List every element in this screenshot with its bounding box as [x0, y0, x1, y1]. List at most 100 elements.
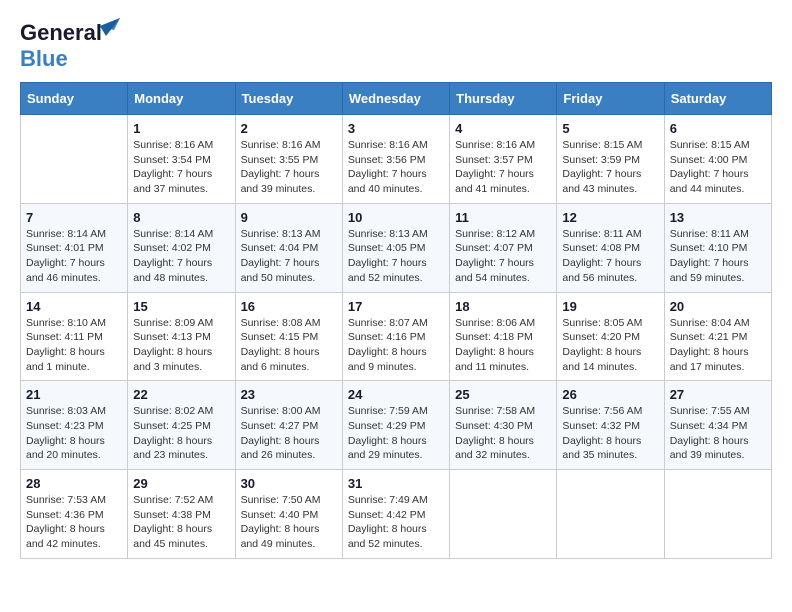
day-info: Sunrise: 8:02 AMSunset: 4:25 PMDaylight:… [133, 404, 229, 463]
day-info: Sunrise: 7:59 AMSunset: 4:29 PMDaylight:… [348, 404, 444, 463]
day-info: Sunrise: 7:49 AMSunset: 4:42 PMDaylight:… [348, 493, 444, 552]
day-number: 10 [348, 210, 444, 225]
calendar-cell: 30 Sunrise: 7:50 AMSunset: 4:40 PMDayligh… [235, 470, 342, 559]
day-header-saturday: Saturday [664, 83, 771, 115]
calendar-cell: 4 Sunrise: 8:16 AMSunset: 3:57 PMDaylight… [450, 115, 557, 204]
day-info: Sunrise: 8:05 AMSunset: 4:20 PMDaylight:… [562, 316, 658, 375]
calendar-cell: 12 Sunrise: 8:11 AMSunset: 4:08 PMDayligh… [557, 203, 664, 292]
calendar-cell: 18Sunrise: 8:06 AMSunset: 4:18 PMDayligh… [450, 292, 557, 381]
days-header-row: SundayMondayTuesdayWednesdayThursdayFrid… [21, 83, 772, 115]
calendar-cell: 3 Sunrise: 8:16 AMSunset: 3:56 PMDaylight… [342, 115, 449, 204]
day-number: 4 [455, 121, 551, 136]
calendar-cell: 19 Sunrise: 8:05 AMSunset: 4:20 PMDayligh… [557, 292, 664, 381]
day-info: Sunrise: 8:16 AMSunset: 3:56 PMDaylight:… [348, 138, 444, 197]
calendar-cell: 26Sunrise: 7:56 AMSunset: 4:32 PMDayligh… [557, 381, 664, 470]
day-number: 6 [670, 121, 766, 136]
page-header: General Blue [20, 20, 772, 72]
calendar-cell: 11Sunrise: 8:12 AMSunset: 4:07 PMDayligh… [450, 203, 557, 292]
day-header-sunday: Sunday [21, 83, 128, 115]
calendar-cell [557, 470, 664, 559]
day-header-monday: Monday [128, 83, 235, 115]
calendar-cell [21, 115, 128, 204]
logo-general: General [20, 20, 102, 45]
calendar-cell: 13Sunrise: 8:11 AMSunset: 4:10 PMDayligh… [664, 203, 771, 292]
day-number: 30 [241, 476, 337, 491]
calendar-cell: 24 Sunrise: 7:59 AMSunset: 4:29 PMDayligh… [342, 381, 449, 470]
day-number: 1 [133, 121, 229, 136]
day-info: Sunrise: 7:50 AMSunset: 4:40 PMDaylight:… [241, 493, 337, 552]
day-number: 15 [133, 299, 229, 314]
day-header-tuesday: Tuesday [235, 83, 342, 115]
day-info: Sunrise: 8:15 AMSunset: 4:00 PMDaylight:… [670, 138, 766, 197]
calendar-table: SundayMondayTuesdayWednesdayThursdayFrid… [20, 82, 772, 559]
day-number: 24 [348, 387, 444, 402]
logo-blue: Blue [20, 46, 68, 71]
day-number: 23 [241, 387, 337, 402]
calendar-cell: 2 Sunrise: 8:16 AMSunset: 3:55 PMDaylight… [235, 115, 342, 204]
calendar-cell: 7 Sunrise: 8:14 AMSunset: 4:01 PMDaylight… [21, 203, 128, 292]
calendar-cell: 9 Sunrise: 8:13 AMSunset: 4:04 PMDaylight… [235, 203, 342, 292]
calendar-cell: 10 Sunrise: 8:13 AMSunset: 4:05 PMDayligh… [342, 203, 449, 292]
day-number: 21 [26, 387, 122, 402]
day-number: 31 [348, 476, 444, 491]
calendar-cell: 16Sunrise: 8:08 AMSunset: 4:15 PMDayligh… [235, 292, 342, 381]
calendar-cell: 5Sunrise: 8:15 AMSunset: 3:59 PMDaylight… [557, 115, 664, 204]
calendar-cell: 31 Sunrise: 7:49 AMSunset: 4:42 PMDayligh… [342, 470, 449, 559]
day-info: Sunrise: 8:09 AMSunset: 4:13 PMDaylight:… [133, 316, 229, 375]
calendar-cell: 6 Sunrise: 8:15 AMSunset: 4:00 PMDaylight… [664, 115, 771, 204]
day-info: Sunrise: 8:00 AMSunset: 4:27 PMDaylight:… [241, 404, 337, 463]
calendar-cell: 14 Sunrise: 8:10 AMSunset: 4:11 PMDayligh… [21, 292, 128, 381]
calendar-cell: 1 Sunrise: 8:16 AMSunset: 3:54 PMDaylight… [128, 115, 235, 204]
day-number: 11 [455, 210, 551, 225]
day-header-friday: Friday [557, 83, 664, 115]
calendar-cell: 28Sunrise: 7:53 AMSunset: 4:36 PMDayligh… [21, 470, 128, 559]
week-row-5: 28Sunrise: 7:53 AMSunset: 4:36 PMDayligh… [21, 470, 772, 559]
day-number: 12 [562, 210, 658, 225]
day-info: Sunrise: 7:55 AMSunset: 4:34 PMDaylight:… [670, 404, 766, 463]
day-number: 29 [133, 476, 229, 491]
calendar-cell: 22 Sunrise: 8:02 AMSunset: 4:25 PMDayligh… [128, 381, 235, 470]
day-info: Sunrise: 8:14 AMSunset: 4:01 PMDaylight:… [26, 227, 122, 286]
logo: General Blue [20, 20, 102, 72]
day-info: Sunrise: 8:07 AMSunset: 4:16 PMDaylight:… [348, 316, 444, 375]
day-info: Sunrise: 8:10 AMSunset: 4:11 PMDaylight:… [26, 316, 122, 375]
day-info: Sunrise: 7:52 AMSunset: 4:38 PMDaylight:… [133, 493, 229, 552]
calendar-cell: 23 Sunrise: 8:00 AMSunset: 4:27 PMDayligh… [235, 381, 342, 470]
day-number: 18 [455, 299, 551, 314]
day-info: Sunrise: 8:13 AMSunset: 4:05 PMDaylight:… [348, 227, 444, 286]
day-info: Sunrise: 8:04 AMSunset: 4:21 PMDaylight:… [670, 316, 766, 375]
calendar-cell: 20 Sunrise: 8:04 AMSunset: 4:21 PMDayligh… [664, 292, 771, 381]
day-number: 19 [562, 299, 658, 314]
logo-bird-icon [100, 18, 120, 40]
day-info: Sunrise: 8:16 AMSunset: 3:55 PMDaylight:… [241, 138, 337, 197]
day-number: 25 [455, 387, 551, 402]
week-row-3: 14 Sunrise: 8:10 AMSunset: 4:11 PMDayligh… [21, 292, 772, 381]
day-info: Sunrise: 7:58 AMSunset: 4:30 PMDaylight:… [455, 404, 551, 463]
day-info: Sunrise: 8:13 AMSunset: 4:04 PMDaylight:… [241, 227, 337, 286]
day-header-wednesday: Wednesday [342, 83, 449, 115]
day-header-thursday: Thursday [450, 83, 557, 115]
day-number: 14 [26, 299, 122, 314]
calendar-cell: 17Sunrise: 8:07 AMSunset: 4:16 PMDayligh… [342, 292, 449, 381]
day-number: 2 [241, 121, 337, 136]
day-info: Sunrise: 8:16 AMSunset: 3:54 PMDaylight:… [133, 138, 229, 197]
week-row-2: 7 Sunrise: 8:14 AMSunset: 4:01 PMDaylight… [21, 203, 772, 292]
day-info: Sunrise: 8:11 AMSunset: 4:08 PMDaylight:… [562, 227, 658, 286]
calendar-cell: 29 Sunrise: 7:52 AMSunset: 4:38 PMDayligh… [128, 470, 235, 559]
day-info: Sunrise: 8:11 AMSunset: 4:10 PMDaylight:… [670, 227, 766, 286]
calendar-cell [664, 470, 771, 559]
day-number: 20 [670, 299, 766, 314]
calendar-cell: 15 Sunrise: 8:09 AMSunset: 4:13 PMDayligh… [128, 292, 235, 381]
day-info: Sunrise: 8:08 AMSunset: 4:15 PMDaylight:… [241, 316, 337, 375]
day-number: 7 [26, 210, 122, 225]
day-number: 26 [562, 387, 658, 402]
calendar-cell: 21 Sunrise: 8:03 AMSunset: 4:23 PMDayligh… [21, 381, 128, 470]
day-info: Sunrise: 8:03 AMSunset: 4:23 PMDaylight:… [26, 404, 122, 463]
day-number: 3 [348, 121, 444, 136]
day-info: Sunrise: 8:16 AMSunset: 3:57 PMDaylight:… [455, 138, 551, 197]
day-number: 22 [133, 387, 229, 402]
day-number: 28 [26, 476, 122, 491]
day-number: 9 [241, 210, 337, 225]
calendar-cell [450, 470, 557, 559]
day-number: 27 [670, 387, 766, 402]
